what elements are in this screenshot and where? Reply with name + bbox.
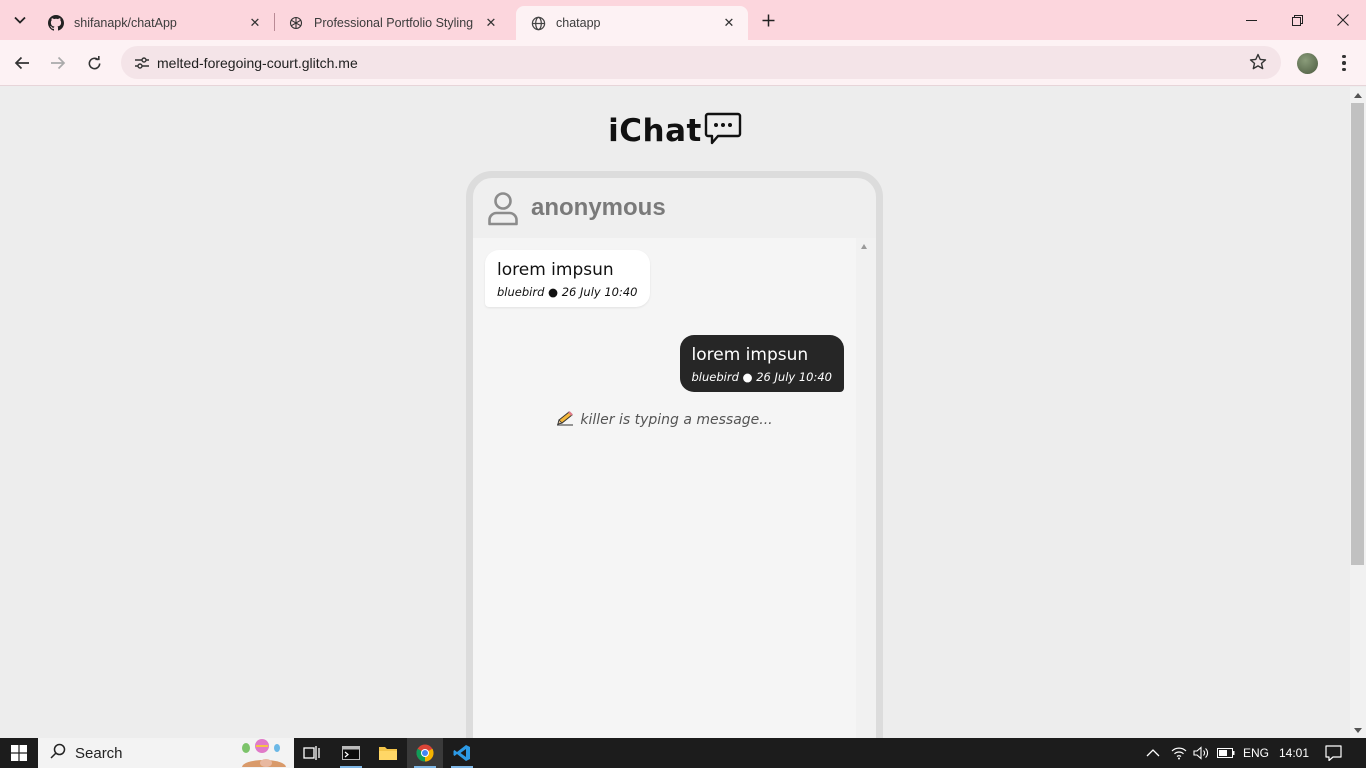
- typing-indicator-text: killer is typing a message...: [580, 412, 773, 428]
- new-tab-button[interactable]: [756, 8, 780, 32]
- chat-header: anonymous: [473, 178, 876, 238]
- windows-taskbar: Search ENG 14:01: [0, 738, 1366, 768]
- web-page: iChat anonymous lorem impsun bluebird ● …: [0, 87, 1350, 738]
- tab-title: Professional Portfolio Styling: [314, 16, 474, 30]
- openai-icon: [288, 15, 304, 31]
- reload-button[interactable]: [80, 49, 108, 77]
- browser-toolbar: melted-foregoing-court.glitch.me: [0, 40, 1366, 86]
- taskbar-search-placeholder: Search: [75, 744, 123, 762]
- reload-icon: [88, 55, 100, 69]
- input-language[interactable]: ENG: [1243, 738, 1269, 768]
- restore-icon: [1291, 14, 1303, 26]
- arrow-right-icon: [51, 56, 66, 70]
- globe-icon: [530, 15, 546, 31]
- vscode-icon: [453, 745, 470, 761]
- start-button[interactable]: [0, 738, 38, 768]
- tab-title: shifanapk/chatApp: [74, 16, 177, 30]
- chrome-icon: [416, 744, 434, 762]
- message-meta: bluebird ● 26 July 10:40: [497, 285, 638, 299]
- back-button[interactable]: [8, 49, 36, 77]
- chat-bubble-icon: [704, 111, 742, 152]
- restore-button[interactable]: [1274, 0, 1320, 40]
- message-list[interactable]: lorem impsun bluebird ● 26 July 10:40 lo…: [473, 238, 856, 738]
- minimize-icon: [1245, 19, 1257, 21]
- url-text: melted-foregoing-court.glitch.me: [157, 54, 358, 71]
- app-title: iChat: [0, 109, 1350, 152]
- hot-air-balloons-icon: [236, 739, 290, 768]
- volume-icon[interactable]: [1193, 738, 1209, 768]
- arrow-left-icon: [14, 56, 29, 70]
- message-text: lorem impsun: [497, 260, 614, 280]
- address-bar[interactable]: melted-foregoing-court.glitch.me: [121, 46, 1281, 79]
- browser-menu-icon[interactable]: [1334, 51, 1354, 75]
- notification-icon: [1325, 745, 1342, 761]
- browser-tab-strip: shifanapk/chatApp ✕ Professional Portfol…: [0, 0, 1366, 40]
- tab-search-button[interactable]: [8, 8, 32, 32]
- chat-username: anonymous: [531, 194, 666, 221]
- github-icon: [48, 15, 64, 31]
- close-icon[interactable]: ✕: [482, 14, 500, 32]
- show-hidden-icons[interactable]: [1146, 738, 1160, 768]
- close-icon: [1337, 14, 1349, 26]
- close-icon[interactable]: ✕: [246, 14, 264, 32]
- site-info-icon[interactable]: [127, 55, 157, 71]
- user-icon: [487, 190, 519, 226]
- close-window-button[interactable]: [1320, 0, 1366, 40]
- scrollbar-thumb[interactable]: [1351, 103, 1364, 565]
- forward-button[interactable]: [44, 49, 72, 77]
- pencil-icon: [556, 410, 574, 430]
- task-view-icon: [303, 746, 320, 760]
- scroll-up-icon[interactable]: [1354, 93, 1362, 98]
- network-icon[interactable]: [1171, 738, 1187, 768]
- plus-icon: [762, 14, 774, 26]
- terminal-icon: [342, 746, 360, 760]
- taskbar-chrome[interactable]: [407, 738, 443, 768]
- app-title-text: iChat: [608, 112, 702, 149]
- typing-indicator: killer is typing a message...: [473, 410, 856, 430]
- close-icon[interactable]: ✕: [720, 14, 738, 32]
- taskbar-file-explorer[interactable]: [370, 738, 406, 768]
- taskbar-vscode[interactable]: [444, 738, 480, 768]
- chevron-down-icon: [14, 16, 26, 24]
- tab-title: chatapp: [556, 16, 601, 30]
- message-meta: bluebird ● 26 July 10:40: [691, 370, 833, 384]
- message-text: lorem impsun: [691, 345, 809, 365]
- tab-chatapp[interactable]: chatapp ✕: [516, 6, 748, 40]
- notifications-button[interactable]: [1325, 738, 1342, 768]
- message-incoming: lorem impsun bluebird ● 26 July 10:40: [485, 250, 650, 307]
- tab-github[interactable]: shifanapk/chatApp ✕: [34, 6, 274, 40]
- scroll-down-icon[interactable]: [1354, 728, 1362, 733]
- battery-icon[interactable]: [1217, 738, 1235, 768]
- taskbar-terminal[interactable]: [333, 738, 369, 768]
- chevron-up-icon: [1146, 749, 1160, 757]
- message-outgoing: lorem impsun bluebird ● 26 July 10:40: [679, 335, 844, 392]
- profile-avatar[interactable]: [1297, 53, 1318, 74]
- chat-window: anonymous lorem impsun bluebird ● 26 Jul…: [466, 171, 883, 738]
- message-list-scrollbar[interactable]: [856, 238, 876, 738]
- bookmark-star-icon[interactable]: [1249, 53, 1267, 76]
- scroll-up-icon[interactable]: [861, 244, 867, 249]
- folder-icon: [379, 747, 397, 760]
- task-view-button[interactable]: [294, 738, 330, 768]
- windows-logo-icon: [11, 745, 27, 761]
- system-clock[interactable]: 14:01: [1279, 738, 1309, 768]
- minimize-button[interactable]: [1228, 0, 1274, 40]
- tab-portfolio[interactable]: Professional Portfolio Styling ✕: [274, 6, 510, 40]
- taskbar-search[interactable]: Search: [38, 738, 294, 768]
- page-scrollbar[interactable]: [1350, 87, 1366, 738]
- search-icon: [50, 743, 66, 763]
